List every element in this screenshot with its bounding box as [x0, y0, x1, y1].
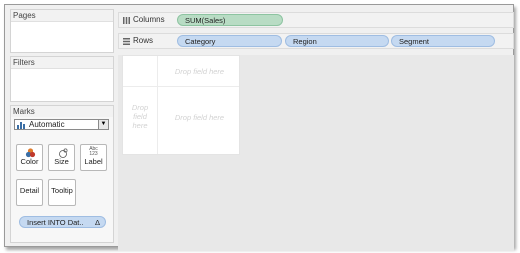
pages-title: Pages: [11, 10, 113, 21]
text-abc-icon: Abc 123: [89, 146, 98, 157]
detail-label: Detail: [19, 186, 40, 195]
columns-pill-label: SUM(Sales): [185, 16, 226, 25]
label-button[interactable]: Abc 123 Label: [80, 144, 107, 171]
marks-field-pill[interactable]: Insert INTO Dat.. Δ: [19, 216, 106, 228]
rows-pill-segment[interactable]: Segment: [391, 35, 495, 47]
rows-icon: [123, 38, 130, 45]
tooltip-label: Tooltip: [51, 186, 73, 195]
chevron-down-icon[interactable]: ▼: [98, 120, 108, 129]
drop-hint-columns[interactable]: Drop field here: [158, 67, 241, 76]
columns-label: Columns: [133, 15, 165, 24]
columns-shelf[interactable]: Columns SUM(Sales): [118, 12, 514, 28]
rows-shelf[interactable]: Rows Category Region Segment: [118, 33, 514, 49]
mark-type-select[interactable]: Automatic ▼: [14, 119, 109, 130]
mark-type-value: Automatic: [29, 120, 65, 129]
size-label: Size: [54, 157, 69, 166]
view-canvas[interactable]: Drop field here Drop field here Drop fie…: [118, 55, 514, 251]
rows-pill-category[interactable]: Category: [177, 35, 282, 47]
marks-field-pill-label: Insert INTO Dat..: [27, 218, 84, 227]
rows-label: Rows: [133, 36, 154, 45]
drop-hint-center[interactable]: Drop field here: [158, 113, 241, 122]
marks-card: Marks Automatic ▼ Color Size Abc 123 Lab…: [10, 105, 114, 243]
color-button[interactable]: Color: [16, 144, 43, 171]
rows-pill-segment-label: Segment: [399, 37, 430, 46]
columns-pill-sum-sales[interactable]: SUM(Sales): [177, 14, 283, 26]
detail-button[interactable]: Detail: [16, 179, 43, 206]
color-label: Color: [20, 157, 39, 166]
marks-title: Marks: [11, 106, 113, 117]
workbook-window: Pages Filters Marks Automatic ▼ Color Si…: [4, 4, 514, 251]
filters-drop-area[interactable]: [11, 68, 113, 101]
rows-pill-category-label: Category: [185, 37, 216, 46]
filters-card[interactable]: Filters: [10, 56, 114, 102]
rows-pill-region[interactable]: Region: [285, 35, 389, 47]
tooltip-button[interactable]: Tooltip: [48, 179, 76, 206]
empty-view-drop-grid[interactable]: Drop field here Drop field here Drop fie…: [122, 55, 240, 155]
delta-icon: Δ: [94, 218, 100, 227]
bar-chart-icon: [17, 121, 27, 129]
rows-pill-region-label: Region: [293, 37, 317, 46]
size-button[interactable]: Size: [48, 144, 75, 171]
filters-title: Filters: [11, 57, 113, 68]
drop-hint-rows[interactable]: Drop field here: [123, 103, 157, 130]
pages-card[interactable]: Pages: [10, 9, 114, 53]
label-label: Label: [84, 157, 103, 166]
columns-icon: [123, 17, 130, 24]
pages-drop-area[interactable]: [11, 21, 113, 52]
